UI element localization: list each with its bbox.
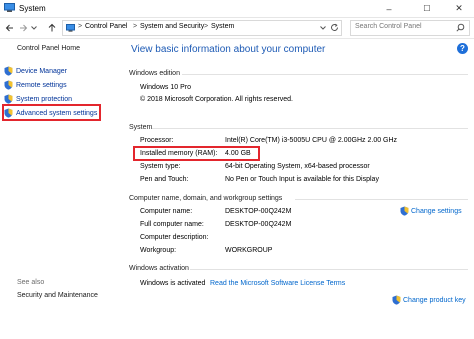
sidebar-item-advanced-system-settings[interactable]: Advanced system settings bbox=[4, 107, 97, 119]
shield-icon bbox=[392, 295, 401, 305]
pen-touch-value: No Pen or Touch Input is available for t… bbox=[225, 176, 379, 183]
arrow-left-icon[interactable] bbox=[3, 21, 15, 34]
chevron-down-icon[interactable] bbox=[320, 26, 326, 30]
breadcrumb-system[interactable]: System bbox=[211, 23, 234, 30]
shield-icon bbox=[4, 66, 13, 76]
change-settings-label: Change settings bbox=[411, 207, 462, 215]
arrow-right-icon[interactable] bbox=[17, 21, 29, 34]
change-settings-link[interactable]: Change settings bbox=[400, 206, 462, 216]
section-divider bbox=[190, 269, 468, 270]
windows-edition-heading: Windows edition bbox=[129, 70, 180, 77]
window-title: System bbox=[19, 4, 46, 13]
minimize-button[interactable]: – bbox=[376, 0, 402, 17]
title-bar: System – ☐ ✕ bbox=[0, 0, 474, 18]
computer-name-label: Computer name: bbox=[140, 208, 193, 215]
search-input[interactable]: Search Control Panel bbox=[355, 23, 422, 30]
control-panel-icon bbox=[66, 24, 75, 32]
close-button[interactable]: ✕ bbox=[446, 0, 472, 17]
shield-icon bbox=[4, 108, 13, 118]
processor-value: Intel(R) Core(TM) i3-5005U CPU @ 2.00GHz… bbox=[225, 137, 398, 144]
full-computer-name-value: DESKTOP-00Q242M bbox=[225, 221, 292, 228]
breadcrumb-separator: > bbox=[204, 23, 209, 30]
computer-icon bbox=[4, 3, 15, 12]
workgroup-value: WORKGROUP bbox=[225, 247, 273, 254]
page-title: View basic information about your comput… bbox=[131, 44, 326, 55]
windows-activation-heading: Windows activation bbox=[129, 265, 189, 272]
installed-memory-label: Installed memory (RAM): bbox=[140, 150, 218, 157]
breadcrumb-control-panel[interactable]: Control Panel bbox=[85, 23, 127, 30]
breadcrumb-separator: > bbox=[133, 23, 138, 30]
sidebar-item-label: Device Manager bbox=[16, 67, 67, 75]
section-divider bbox=[152, 128, 468, 129]
system-type-value: 64-bit Operating System, x64-based proce… bbox=[225, 163, 370, 170]
computer-name-heading: Computer name, domain, and workgroup set… bbox=[129, 195, 283, 202]
change-product-key-link[interactable]: Change product key bbox=[392, 295, 466, 305]
maximize-button[interactable]: ☐ bbox=[414, 0, 440, 17]
windows-edition-name: Windows 10 Pro bbox=[140, 84, 191, 91]
see-also-heading: See also bbox=[17, 279, 45, 286]
shield-icon bbox=[400, 206, 409, 216]
full-computer-name-label: Full computer name: bbox=[140, 221, 204, 228]
sidebar-item-remote-settings[interactable]: Remote settings bbox=[4, 79, 67, 91]
shield-icon bbox=[4, 94, 13, 104]
copyright-text: © 2018 Microsoft Corporation. All rights… bbox=[140, 96, 294, 103]
section-divider bbox=[295, 199, 468, 200]
address-bar[interactable]: > Control Panel > System and Security > … bbox=[62, 20, 342, 36]
section-divider bbox=[182, 74, 468, 75]
installed-memory-value: 4.00 GB bbox=[225, 150, 251, 157]
activation-status: Windows is activated bbox=[140, 280, 206, 287]
license-terms-link[interactable]: Read the Microsoft Software License Term… bbox=[210, 280, 345, 287]
computer-description-label: Computer description: bbox=[140, 234, 209, 241]
sidebar-item-label: Advanced system settings bbox=[16, 109, 98, 117]
sidebar-home-link[interactable]: Control Panel Home bbox=[17, 45, 80, 52]
search-box[interactable]: Search Control Panel bbox=[350, 20, 470, 36]
workgroup-label: Workgroup: bbox=[140, 247, 177, 254]
sidebar: Control Panel Home Device Manager Remote… bbox=[0, 39, 121, 339]
change-product-key-label: Change product key bbox=[403, 296, 466, 304]
navigation-bar: > Control Panel > System and Security > … bbox=[0, 18, 474, 39]
security-and-maintenance-link[interactable]: Security and Maintenance bbox=[17, 292, 98, 299]
sidebar-item-label: Remote settings bbox=[16, 81, 67, 89]
processor-label: Processor: bbox=[140, 137, 174, 144]
pen-touch-label: Pen and Touch: bbox=[140, 176, 189, 183]
search-icon[interactable] bbox=[456, 23, 465, 32]
refresh-icon[interactable] bbox=[330, 23, 339, 32]
computer-name-value: DESKTOP-00Q242M bbox=[225, 208, 292, 215]
system-heading: System bbox=[129, 124, 153, 131]
sidebar-item-label: System protection bbox=[16, 95, 73, 103]
arrow-up-icon[interactable] bbox=[46, 21, 58, 34]
recent-locations-chevron-icon[interactable] bbox=[30, 21, 38, 34]
breadcrumb-separator: > bbox=[78, 23, 83, 30]
sidebar-item-device-manager[interactable]: Device Manager bbox=[4, 65, 67, 77]
help-icon[interactable]: ? bbox=[457, 43, 468, 54]
shield-icon bbox=[4, 80, 13, 90]
system-type-label: System type: bbox=[140, 163, 181, 170]
breadcrumb-system-and-security[interactable]: System and Security bbox=[140, 23, 204, 30]
